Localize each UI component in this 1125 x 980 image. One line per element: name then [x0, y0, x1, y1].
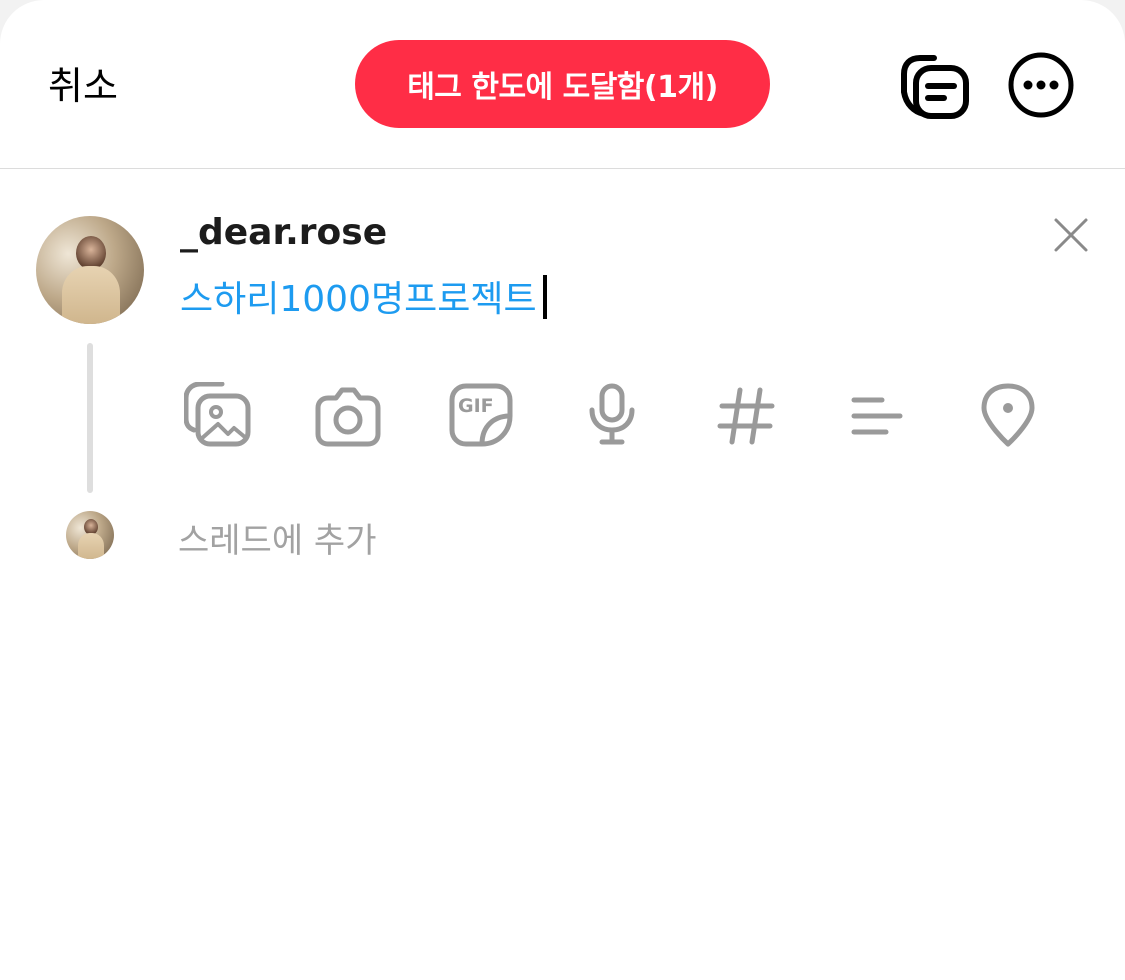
drafts-icon[interactable] [900, 52, 970, 122]
compose-sheet: 취소 태그 한도에 도달함(1개) _dear.rose 스하리1000명프로젝… [0, 0, 1125, 980]
gif-label: GIF [458, 395, 494, 417]
header-divider [0, 168, 1125, 169]
avatar[interactable] [36, 216, 144, 324]
gif-icon[interactable]: GIF [448, 382, 514, 448]
username: _dear.rose [180, 212, 388, 253]
text-caret [542, 275, 547, 319]
post-text: 스하리1000명프로젝트 [180, 279, 537, 320]
cancel-button[interactable]: 취소 [48, 62, 118, 110]
thread-line [87, 343, 93, 493]
hashtag-icon[interactable] [716, 382, 776, 448]
add-to-thread-input[interactable]: 스레드에 추가 [178, 513, 377, 562]
camera-icon[interactable] [314, 382, 382, 448]
location-icon[interactable] [980, 382, 1036, 448]
header: 취소 태그 한도에 도달함(1개) [0, 0, 1125, 168]
close-icon[interactable] [1052, 216, 1090, 254]
small-avatar [66, 511, 114, 559]
microphone-icon[interactable] [586, 382, 638, 448]
poll-icon[interactable] [848, 382, 904, 448]
more-options-icon[interactable] [1006, 50, 1076, 120]
tag-limit-notice: 태그 한도에 도달함(1개) [355, 40, 770, 128]
post-text-input[interactable]: 스하리1000명프로젝트 [180, 270, 547, 322]
gallery-icon[interactable] [184, 382, 252, 448]
tag-limit-notice-label: 태그 한도에 도달함(1개) [407, 70, 718, 105]
